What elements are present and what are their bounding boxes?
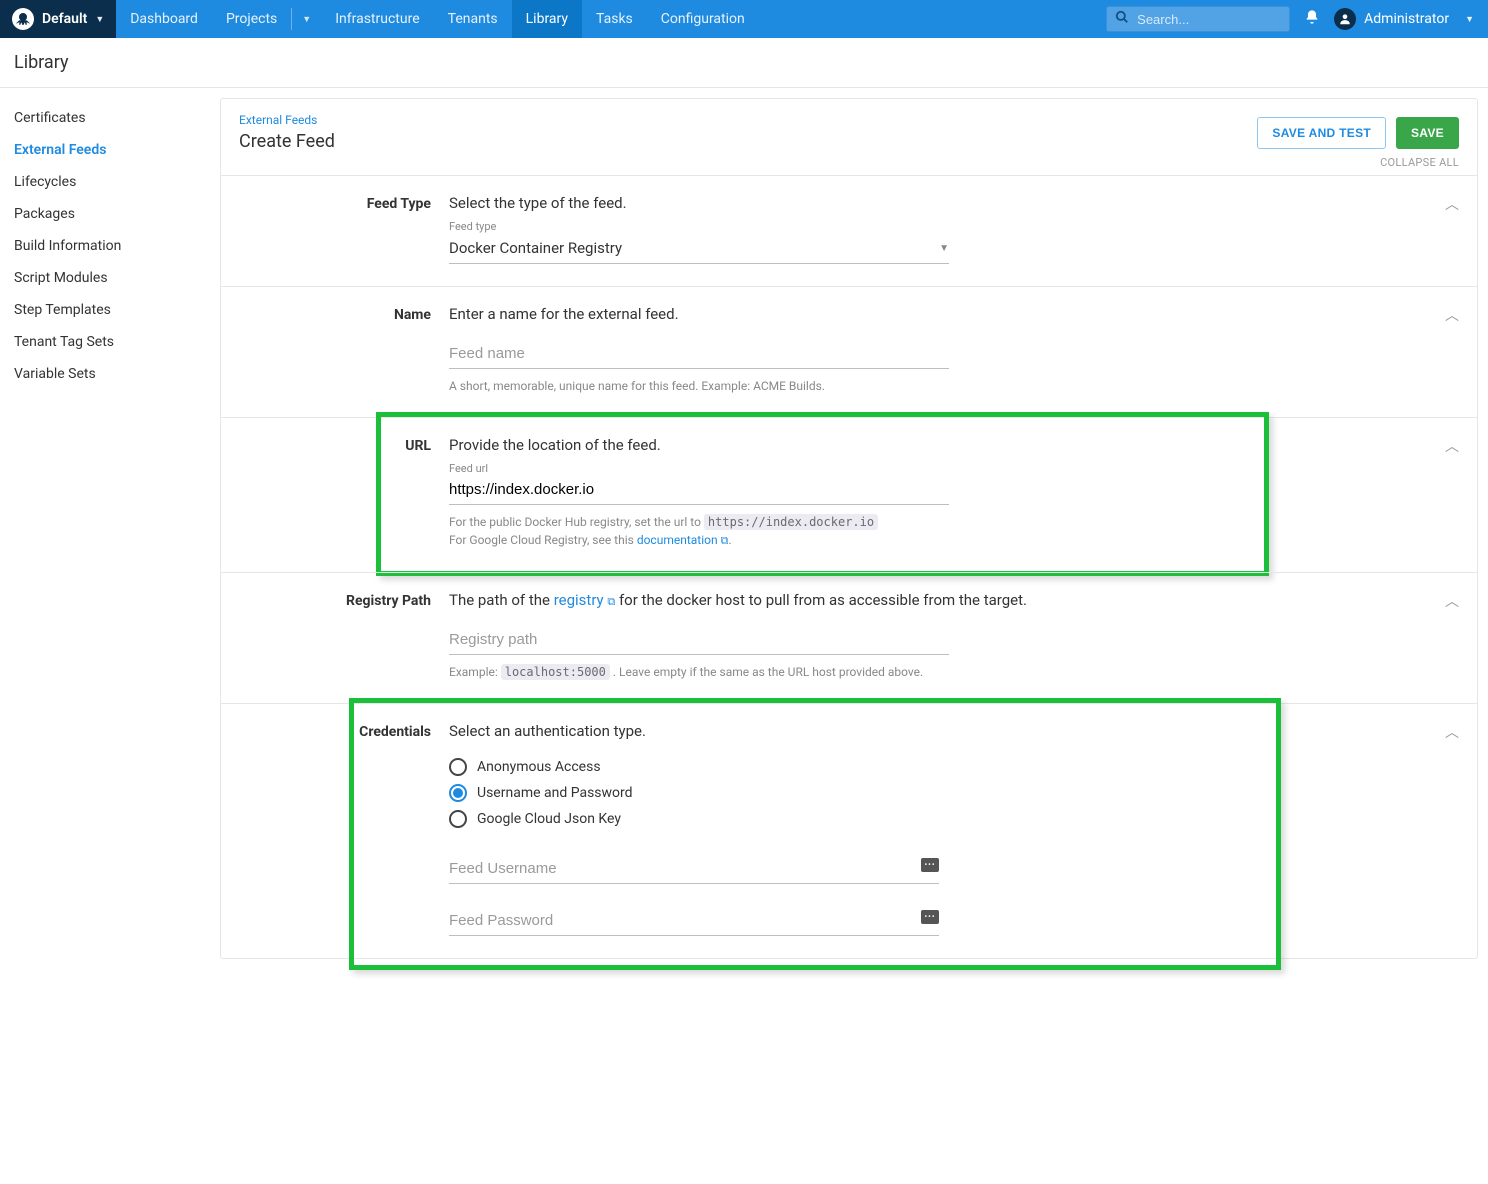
sidebar-item-step-templates[interactable]: Step Templates xyxy=(0,294,220,326)
chevron-down-icon: ▼ xyxy=(95,14,104,25)
label-url: URL xyxy=(239,436,449,550)
radio-username-password[interactable]: Username and Password xyxy=(449,780,1179,806)
feed-name-input[interactable] xyxy=(449,339,949,369)
feed-type-select[interactable]: Docker Container Registry ▼ xyxy=(449,233,949,264)
label-registry-path: Registry Path xyxy=(239,591,449,681)
registry-link[interactable]: registry ⧉ xyxy=(554,591,616,609)
label-credentials: Credentials xyxy=(239,722,449,936)
create-feed-card: External Feeds Create Feed SAVE AND TEST… xyxy=(220,98,1478,959)
code-chip: localhost:5000 xyxy=(501,664,610,680)
search-icon xyxy=(1115,10,1129,28)
sidebar-item-external-feeds[interactable]: External Feeds xyxy=(0,134,220,166)
desc-feed-type: Select the type of the feed. xyxy=(449,194,1179,212)
collapse-icon[interactable]: ︿ xyxy=(1445,194,1459,214)
section-registry-path: ︿ Registry Path The path of the registry… xyxy=(221,572,1477,703)
sidebar-item-tenant-tag-sets[interactable]: Tenant Tag Sets xyxy=(0,326,220,358)
nav-projects[interactable]: Projects xyxy=(212,0,291,38)
chevron-down-icon: ▼ xyxy=(1465,14,1474,25)
nav-dashboard[interactable]: Dashboard xyxy=(116,0,212,38)
collapse-icon[interactable]: ︿ xyxy=(1445,722,1459,742)
nav-items: Dashboard Projects ▼ Infrastructure Tena… xyxy=(116,0,759,38)
external-link-icon: ⧉ xyxy=(607,595,615,608)
chevron-down-icon: ▼ xyxy=(939,243,949,254)
radio-icon xyxy=(449,784,467,802)
radio-icon xyxy=(449,810,467,828)
section-credentials: ︿ Credentials Select an authentication t… xyxy=(221,703,1477,958)
top-nav-right: Administrator ▼ xyxy=(1106,6,1488,32)
sidebar-item-certificates[interactable]: Certificates xyxy=(0,102,220,134)
top-nav: Default ▼ Dashboard Projects ▼ Infrastru… xyxy=(0,0,1488,38)
secret-indicator-icon[interactable] xyxy=(921,910,939,924)
desc-url: Provide the location of the feed. xyxy=(449,436,1179,454)
sidebar-item-build-information[interactable]: Build Information xyxy=(0,230,220,262)
section-feed-type: ︿ Feed Type Select the type of the feed.… xyxy=(221,175,1477,286)
nav-library[interactable]: Library xyxy=(512,0,582,38)
chevron-down-icon: ▼ xyxy=(302,14,311,25)
space-switcher[interactable]: Default ▼ xyxy=(0,0,116,38)
notifications-icon[interactable] xyxy=(1304,9,1320,29)
section-url: ︿ URL Provide the location of the feed. … xyxy=(221,417,1477,572)
save-and-test-button[interactable]: SAVE AND TEST xyxy=(1257,117,1386,149)
search-box[interactable] xyxy=(1106,6,1290,32)
avatar-icon xyxy=(1334,8,1356,30)
nav-infrastructure[interactable]: Infrastructure xyxy=(321,0,433,38)
radio-icon xyxy=(449,758,467,776)
card-title: Create Feed xyxy=(239,131,335,152)
collapse-icon[interactable]: ︿ xyxy=(1445,436,1459,456)
help-name: A short, memorable, unique name for this… xyxy=(449,377,1179,395)
registry-path-input[interactable] xyxy=(449,625,949,655)
search-input[interactable] xyxy=(1135,11,1281,28)
feed-type-value: Docker Container Registry xyxy=(449,239,622,257)
sidebar-item-lifecycles[interactable]: Lifecycles xyxy=(0,166,220,198)
user-menu[interactable]: Administrator ▼ xyxy=(1334,8,1474,30)
radio-anonymous[interactable]: Anonymous Access xyxy=(449,754,1179,780)
code-chip: https://index.docker.io xyxy=(704,514,878,530)
help-registry-path: Example: localhost:5000 . Leave empty if… xyxy=(449,663,1179,681)
feed-password-input[interactable] xyxy=(449,906,939,936)
collapse-icon[interactable]: ︿ xyxy=(1445,305,1459,325)
user-name: Administrator xyxy=(1364,11,1449,27)
desc-credentials: Select an authentication type. xyxy=(449,722,1179,740)
sidebar-item-variable-sets[interactable]: Variable Sets xyxy=(0,358,220,390)
label-name: Name xyxy=(239,305,449,395)
radio-google-json-key[interactable]: Google Cloud Json Key xyxy=(449,806,1179,832)
feed-username-input[interactable] xyxy=(449,854,939,884)
save-button[interactable]: SAVE xyxy=(1396,117,1459,149)
mini-label-url: Feed url xyxy=(449,462,1179,475)
secret-indicator-icon[interactable] xyxy=(921,858,939,872)
feed-url-input[interactable] xyxy=(449,475,949,505)
label-feed-type: Feed Type xyxy=(239,194,449,264)
sidebar-item-packages[interactable]: Packages xyxy=(0,198,220,230)
desc-name: Enter a name for the external feed. xyxy=(449,305,1179,323)
nav-projects-dropdown[interactable]: ▼ xyxy=(292,0,321,38)
section-name: ︿ Name Enter a name for the external fee… xyxy=(221,286,1477,417)
collapse-all-link[interactable]: COLLAPSE ALL xyxy=(1380,156,1459,169)
breadcrumb[interactable]: External Feeds xyxy=(239,113,335,127)
collapse-icon[interactable]: ︿ xyxy=(1445,591,1459,611)
page-title: Library xyxy=(0,38,1488,88)
help-url: For the public Docker Hub registry, set … xyxy=(449,513,1179,550)
desc-registry-path: The path of the registry ⧉ for the docke… xyxy=(449,591,1179,609)
space-name: Default xyxy=(42,11,87,27)
octopus-logo-icon xyxy=(12,8,34,30)
sidebar-item-script-modules[interactable]: Script Modules xyxy=(0,262,220,294)
credentials-radio-group: Anonymous Access Username and Password G… xyxy=(449,754,1179,832)
sidebar: Certificates External Feeds Lifecycles P… xyxy=(0,88,220,404)
mini-label-feed-type: Feed type xyxy=(449,220,1179,233)
nav-tenants[interactable]: Tenants xyxy=(434,0,512,38)
nav-configuration[interactable]: Configuration xyxy=(647,0,759,38)
documentation-link[interactable]: documentation ⧉ xyxy=(637,533,729,547)
nav-tasks[interactable]: Tasks xyxy=(582,0,647,38)
